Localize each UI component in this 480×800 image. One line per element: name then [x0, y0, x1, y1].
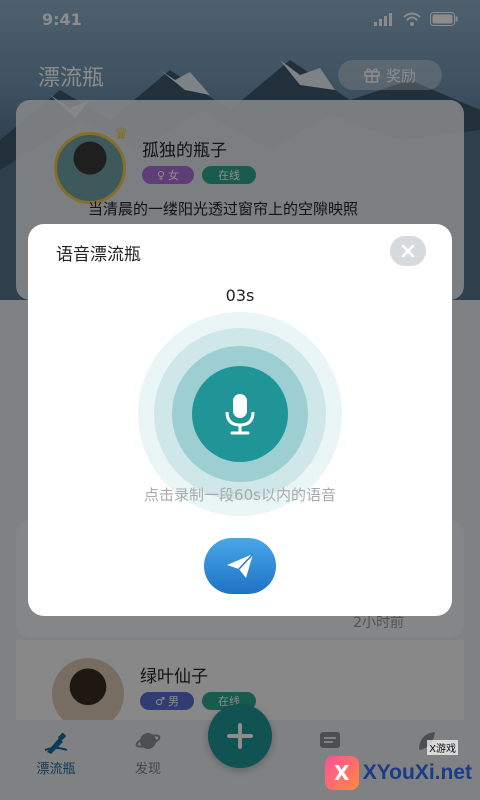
- recording-timer: 03s: [225, 286, 255, 305]
- send-button[interactable]: [204, 538, 276, 594]
- site-watermark: X游戏 X XYouXi.net: [324, 740, 472, 794]
- record-hint: 点击录制一段60s以内的语音: [144, 486, 336, 504]
- close-button[interactable]: [390, 236, 426, 266]
- close-icon: [401, 244, 415, 258]
- watermark-text: XYouXi.net: [362, 761, 472, 784]
- record-button[interactable]: [192, 366, 288, 462]
- paper-plane-icon: [227, 553, 254, 578]
- watermark-sub: X游戏: [427, 740, 458, 755]
- microphone-icon: [225, 394, 255, 435]
- dialog-title: 语音漂流瓶: [56, 245, 141, 265]
- voice-bottle-dialog: 语音漂流瓶 03s 点击录制一段60s以内的语音: [28, 224, 452, 616]
- watermark-logo: X: [324, 756, 359, 790]
